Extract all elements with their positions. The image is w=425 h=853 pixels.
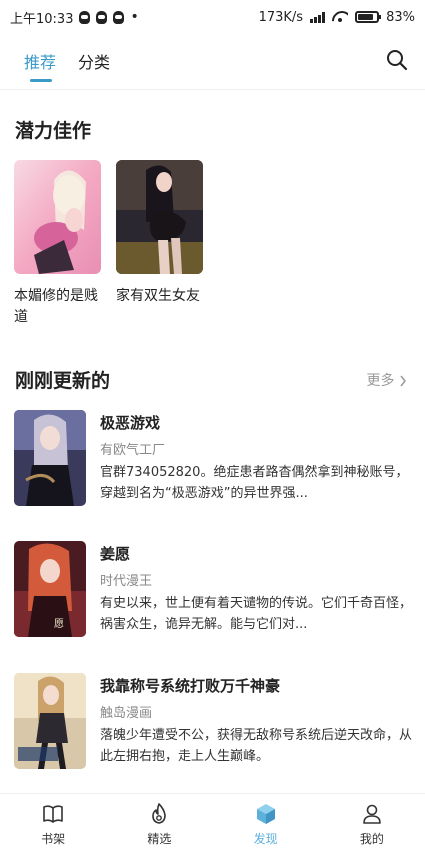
qq-icon: [79, 10, 91, 24]
comic-cover[interactable]: [14, 673, 86, 769]
cube-icon: [256, 804, 275, 824]
comic-title: 本媚修的是贱道: [14, 288, 98, 325]
qq-icon: [96, 10, 108, 24]
comic-title: 我靠称号系统打败万千神豪: [100, 677, 281, 695]
tab-indicator: [30, 79, 52, 82]
featured-card[interactable]: 本媚修的是贱道: [14, 160, 101, 328]
battery-icon: [355, 11, 382, 23]
battery-fill: [358, 14, 374, 20]
comic-cover[interactable]: [116, 160, 203, 274]
nav-label: 我的: [359, 832, 384, 846]
header-divider: [0, 89, 425, 90]
comic-title: 家有双生女友: [116, 288, 200, 304]
section-title-updates: 刚刚更新的: [15, 370, 111, 392]
nav-item-featured[interactable]: 精选: [106, 794, 212, 853]
tab-label: 推荐: [24, 53, 57, 72]
notification-dot: •: [130, 9, 139, 25]
svg-text:愿: 愿: [54, 618, 64, 630]
top-tabs: 推荐 分类: [0, 34, 425, 88]
comic-author: 触岛漫画: [100, 706, 153, 721]
section-title-featured: 潜力佳作: [15, 120, 92, 142]
comic-description: 有史以来，世上便有着天谴物的传说。它们千奇百怪，祸害众生，诡异无解。能与它们对.…: [100, 596, 412, 632]
nav-item-discover[interactable]: 发现: [213, 794, 319, 853]
tab-category[interactable]: 分类: [78, 49, 110, 73]
bottom-nav: 书架 精选 发现 我的: [0, 793, 425, 853]
nav-item-profile[interactable]: 我的: [319, 794, 425, 853]
nav-label: 精选: [147, 832, 172, 846]
list-item[interactable]: 愿 姜愿 时代漫王 有史以来，世上便有着天谴物的传说。它们千奇百怪，祸害众生，诡…: [14, 541, 412, 641]
more-link[interactable]: 更多: [367, 370, 407, 390]
comic-cover[interactable]: [14, 410, 86, 506]
more-label: 更多: [366, 373, 395, 389]
comic-author: 有欧气工厂: [100, 443, 166, 458]
search-icon: [387, 50, 408, 71]
nav-label: 发现: [253, 832, 278, 846]
book-icon: [43, 805, 63, 823]
list-item[interactable]: 极恶游戏 有欧气工厂 官群734052820。绝症患者路杳偶然拿到神秘账号，穿越…: [14, 410, 412, 510]
comic-author: 时代漫王: [100, 574, 153, 589]
tab-label: 分类: [78, 53, 111, 72]
search-button[interactable]: [385, 48, 409, 72]
status-left: 上午10:33 •: [10, 8, 139, 27]
comic-description: 官群734052820。绝症患者路杳偶然拿到神秘账号，穿越到名为“极恶游戏”的异…: [100, 465, 409, 501]
wifi-icon: [332, 11, 348, 23]
battery-percent: 83%: [386, 9, 415, 25]
comic-title: 极恶游戏: [100, 414, 161, 432]
qq-icon: [113, 10, 125, 24]
comic-cover[interactable]: 愿: [14, 541, 86, 637]
chevron-right-icon: [400, 375, 406, 387]
status-time: 上午10:33: [10, 11, 74, 27]
featured-card[interactable]: 家有双生女友: [116, 160, 203, 307]
user-icon: [363, 804, 381, 824]
list-item[interactable]: 我靠称号系统打败万千神豪 触岛漫画 落魄少年遭受不公，获得无敌称号系统后逆天改命…: [14, 673, 412, 773]
comic-title: 姜愿: [100, 545, 131, 563]
status-bar: 上午10:33 • 173K/s 83%: [0, 0, 425, 34]
signal-icon: [310, 11, 326, 23]
status-right: 173K/s 83%: [259, 10, 415, 25]
tab-recommend[interactable]: 推荐: [24, 49, 57, 82]
network-speed: 173K/s: [258, 9, 304, 25]
nav-label: 书架: [41, 832, 66, 846]
comic-description: 落魄少年遭受不公，获得无敌称号系统后逆天改命，从此左拥右抱，走上人生巅峰。: [100, 728, 412, 764]
comic-cover[interactable]: [14, 160, 101, 274]
flame-icon: [152, 803, 167, 824]
nav-item-bookshelf[interactable]: 书架: [0, 794, 106, 853]
